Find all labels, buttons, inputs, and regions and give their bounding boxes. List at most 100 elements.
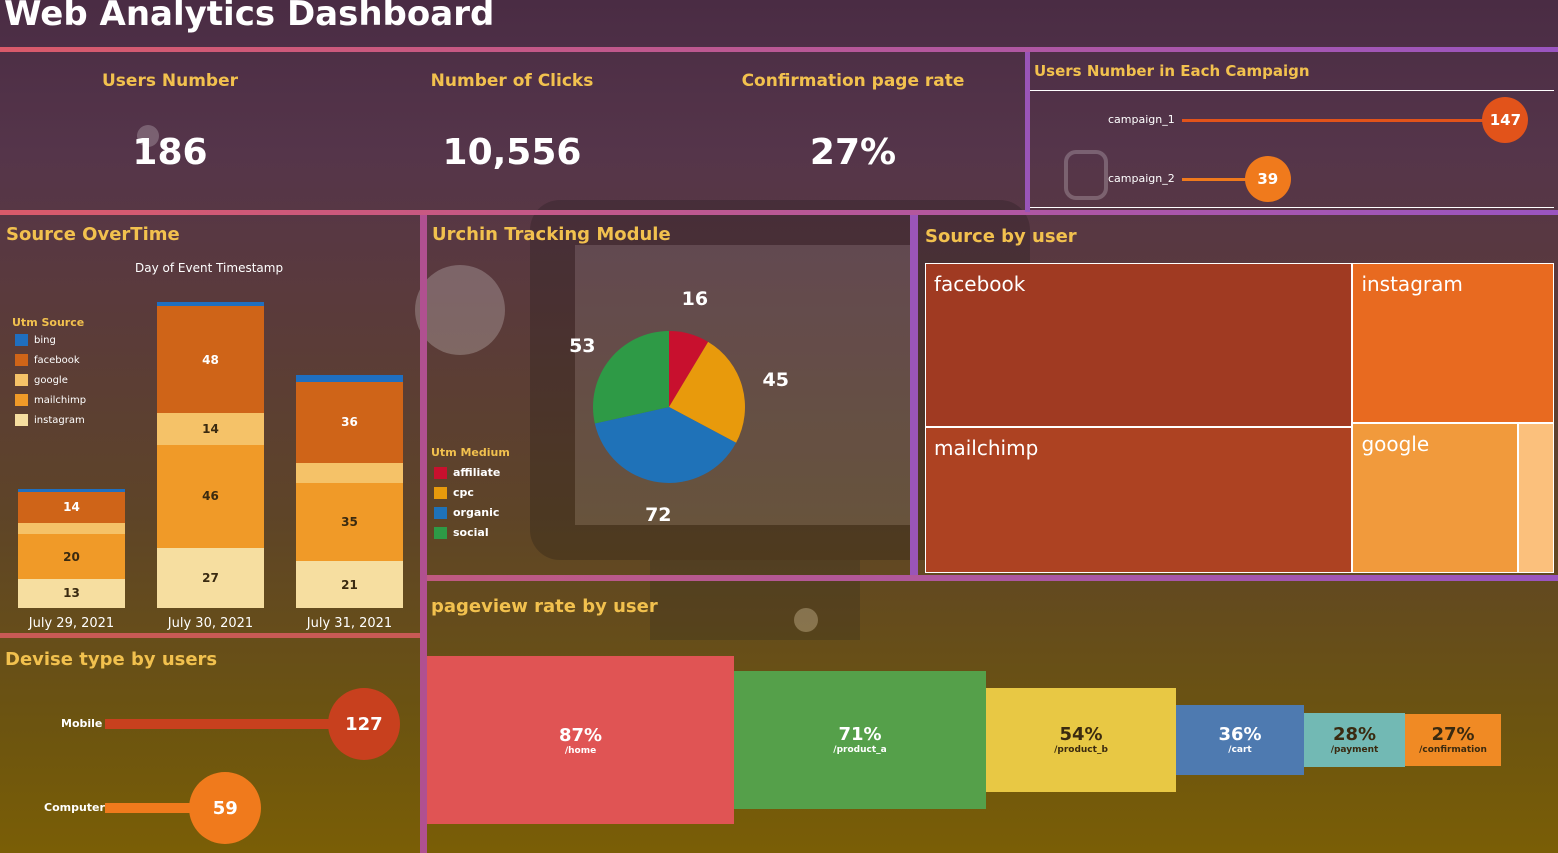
utm-medium-legend-item: cpc bbox=[434, 486, 474, 499]
legend-swatch bbox=[434, 506, 447, 519]
like-bubble-shape bbox=[415, 265, 505, 355]
legend-label: social bbox=[453, 526, 489, 539]
funnel-page: /payment bbox=[1330, 745, 1379, 756]
utm-medium-legend-item: affiliate bbox=[434, 466, 500, 479]
legend-swatch bbox=[15, 414, 28, 426]
device-value: 127 bbox=[327, 688, 400, 760]
utm-source-legend-item: mailchimp bbox=[15, 394, 86, 406]
legend-label: mailchimp bbox=[34, 394, 87, 406]
stacked-bar-segment: 48 bbox=[157, 305, 264, 414]
device-value: 59 bbox=[189, 772, 262, 844]
stacked-bar-segment: 35 bbox=[296, 482, 403, 562]
source-by-user-title: Source by user bbox=[925, 226, 1077, 247]
funnel-page: /confirmation bbox=[1419, 745, 1487, 756]
funnel-step-2: 54%/product_b bbox=[986, 687, 1176, 793]
legend-swatch bbox=[15, 374, 28, 386]
pie-slice-label: 16 bbox=[681, 288, 709, 311]
device-label: Mobile bbox=[61, 717, 103, 730]
pie-slice-label: 72 bbox=[645, 504, 672, 527]
campaign-chart-title: Users Number in Each Campaign bbox=[1034, 62, 1310, 80]
device-chart-title: Devise type by users bbox=[5, 649, 218, 670]
kpi-users-value: 186 bbox=[132, 132, 208, 173]
divider-kpi-campaign bbox=[1025, 52, 1030, 212]
legend-swatch bbox=[15, 394, 28, 406]
utm-source-legend-item: google bbox=[15, 374, 68, 386]
divider-row2-right bbox=[427, 575, 1558, 581]
source-overtime-title: Source OverTime bbox=[6, 224, 180, 245]
divider-row2-left bbox=[0, 633, 420, 638]
divider-row1 bbox=[0, 210, 1558, 215]
campaign-rule-bottom bbox=[1030, 207, 1554, 208]
stacked-bar-segment bbox=[157, 301, 264, 306]
divider-top bbox=[0, 47, 1558, 52]
kpi-clicks-label: Number of Clicks bbox=[430, 71, 594, 91]
stacked-bar-segment: 46 bbox=[157, 444, 264, 548]
campaign-stem bbox=[1182, 118, 1506, 122]
treemap-cell-instagram: instagram bbox=[1352, 263, 1554, 424]
treemap-label: instagram bbox=[1361, 272, 1463, 296]
legend-label: affiliate bbox=[453, 466, 501, 479]
funnel-percent: 27% bbox=[1431, 724, 1475, 746]
kpi-clicks-value: 10,556 bbox=[442, 132, 582, 173]
campaign-label: campaign_1 bbox=[1108, 113, 1175, 126]
device-stem bbox=[105, 719, 364, 729]
stacked-bar-segment: 13 bbox=[18, 578, 125, 608]
stacked-bar-segment: 21 bbox=[296, 561, 403, 608]
source-overtime-subtitle: Day of Event Timestamp bbox=[135, 261, 284, 275]
funnel-page: /home bbox=[564, 745, 597, 756]
kpi-confirmation-label: Confirmation page rate bbox=[741, 71, 965, 91]
treemap-cell-facebook: facebook bbox=[925, 263, 1353, 427]
instagram-icon bbox=[1064, 150, 1108, 200]
dot-shape-2 bbox=[794, 608, 818, 632]
funnel-step-0: 87%/home bbox=[427, 656, 734, 824]
legend-label: cpc bbox=[453, 486, 474, 499]
device-label: Computer bbox=[44, 801, 105, 814]
stacked-bar-segment: 20 bbox=[18, 534, 125, 579]
funnel-page: /product_a bbox=[833, 745, 887, 756]
pie-slice-label: 45 bbox=[762, 369, 789, 392]
campaign-value: 39 bbox=[1244, 156, 1291, 202]
treemap-label: google bbox=[1361, 432, 1430, 457]
kpi-confirmation-value: 27% bbox=[809, 132, 897, 173]
campaign-label: campaign_2 bbox=[1108, 172, 1175, 185]
stacked-bar-segment bbox=[18, 489, 125, 492]
treemap-label: facebook bbox=[934, 272, 1026, 296]
treemap-cell-other bbox=[1518, 423, 1554, 573]
date-tick-label: July 30, 2021 bbox=[167, 616, 254, 631]
utm-medium-legend-title: Utm Medium bbox=[431, 446, 510, 459]
dashboard-title: Web Analytics Dashboard bbox=[4, 0, 495, 34]
legend-label: organic bbox=[453, 506, 500, 519]
funnel-page: /product_b bbox=[1054, 745, 1108, 756]
funnel-page: /cart bbox=[1228, 745, 1252, 756]
funnel-percent: 54% bbox=[1059, 724, 1103, 746]
stacked-bar-segment: 14 bbox=[157, 413, 264, 445]
treemap-label: mailchimp bbox=[934, 435, 1039, 460]
funnel-percent: 28% bbox=[1332, 724, 1377, 746]
date-tick-label: July 29, 2021 bbox=[28, 616, 115, 631]
treemap-cell-mailchimp: mailchimp bbox=[925, 426, 1353, 573]
funnel-step-3: 36%/cart bbox=[1176, 705, 1304, 775]
utm-medium-legend-item: organic bbox=[434, 506, 499, 519]
legend-label: google bbox=[34, 374, 68, 386]
stacked-bar-segment: 36 bbox=[296, 382, 403, 463]
funnel-percent: 36% bbox=[1218, 724, 1262, 746]
funnel-step-1: 71%/product_a bbox=[734, 671, 986, 809]
funnel-step-5: 27%/confirmation bbox=[1405, 713, 1501, 767]
legend-swatch bbox=[434, 466, 447, 479]
stacked-bar-segment bbox=[18, 522, 125, 535]
pie-slice-label: 53 bbox=[569, 334, 596, 357]
urchin-pie-chart bbox=[593, 331, 745, 483]
utm-source-legend-item: instagram bbox=[15, 414, 85, 426]
legend-label: bing bbox=[34, 334, 56, 346]
utm-source-legend-item: bing bbox=[15, 334, 56, 346]
utm-source-legend-title: Utm Source bbox=[12, 316, 85, 329]
legend-swatch bbox=[434, 526, 447, 539]
funnel-percent: 87% bbox=[558, 724, 603, 746]
urchin-title: Urchin Tracking Module bbox=[432, 224, 671, 245]
campaign-rule-top bbox=[1030, 90, 1554, 91]
kpi-users-label: Users Number bbox=[102, 71, 238, 91]
legend-swatch bbox=[15, 334, 28, 346]
divider-col1 bbox=[420, 215, 427, 853]
legend-label: instagram bbox=[34, 414, 85, 426]
funnel-step-4: 28%/payment bbox=[1304, 712, 1405, 768]
